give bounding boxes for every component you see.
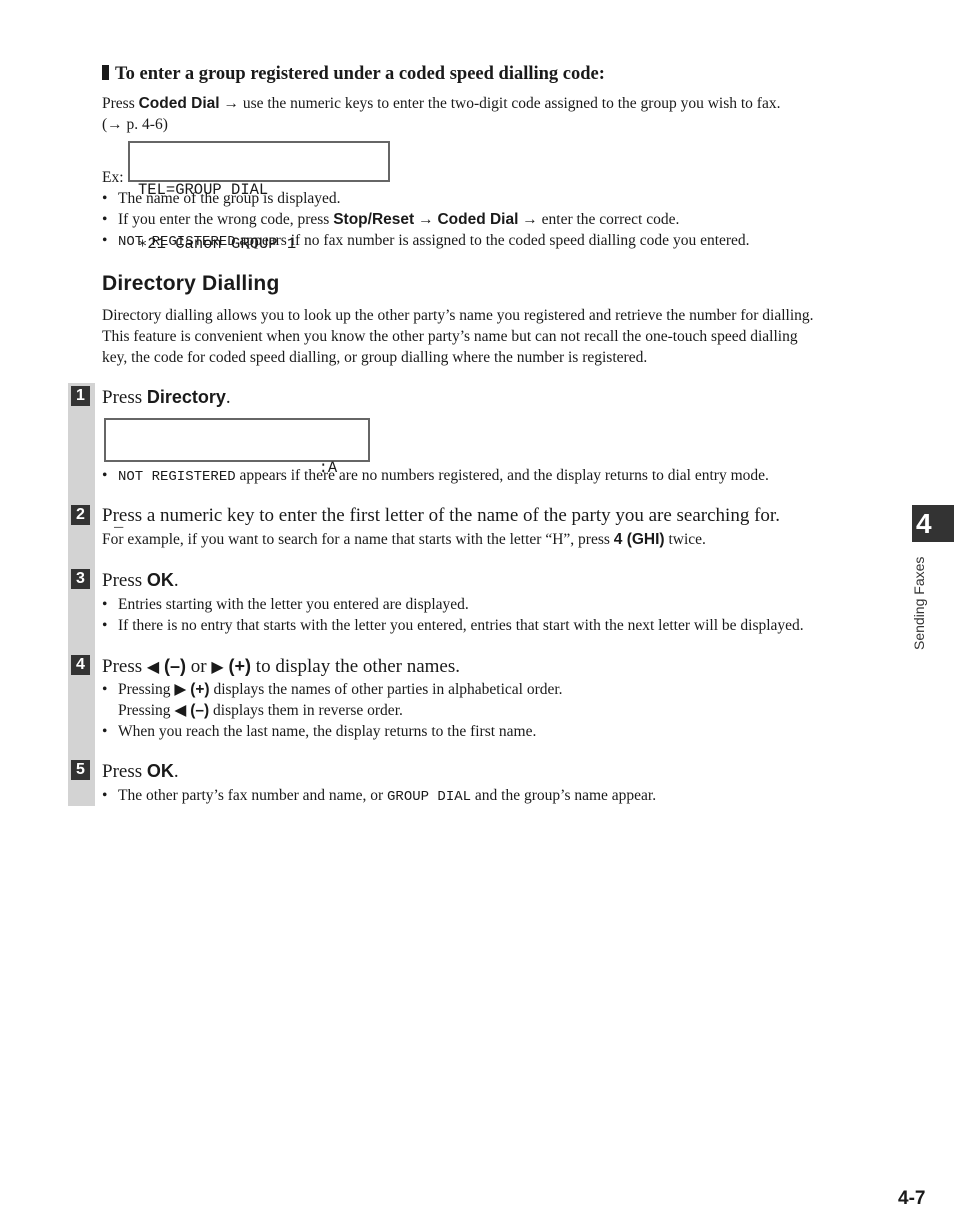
square-bullet-icon [102, 65, 109, 80]
group-intro: Press Coded Dial → use the numeric keys … [102, 95, 781, 112]
key-minus: (–) [164, 656, 187, 676]
step-4-title: Press ◀ (–) or ▶ (+) to display the othe… [102, 656, 461, 677]
chapter-label: Sending Faxes [911, 556, 927, 650]
list-item: • NOT REGISTERED appears if there are no … [102, 467, 769, 485]
list-item: • If you enter the wrong code, press Stop… [102, 211, 680, 228]
step-5-title: Press OK. [102, 761, 179, 782]
right-arrow-icon: ▶ [211, 659, 224, 676]
step-number-1: 1 [71, 386, 90, 406]
step-number-5: 5 [71, 760, 90, 780]
list-item: • Pressing ▶ (+) displays the names of ot… [102, 681, 563, 698]
page-number: 4-7 [898, 1188, 926, 1209]
step-2-note: For example, if you want to search for a… [102, 531, 706, 548]
list-item: • Entries starting with the letter you en… [102, 596, 469, 613]
step-3-title: Press OK. [102, 570, 179, 591]
key-directory: Directory [146, 387, 226, 407]
lcd-display-example: TEL=GROUP DIAL ∗21 Canon GROUP 1 [128, 141, 390, 253]
list-item-continuation: Pressing ◀ (–) displays them in reverse … [118, 702, 403, 719]
page-reference: (→ p. 4-6) [102, 116, 168, 133]
paragraph-line: Directory dialling allows you to look up… [102, 307, 814, 324]
key-plus: (+) [228, 656, 252, 676]
key-ok: OK [146, 570, 174, 590]
group-section-heading: To enter a group registered under a code… [102, 64, 605, 84]
list-item: • The other party’s fax number and name, … [102, 787, 657, 805]
step-2-title: Press a numeric key to enter the first l… [102, 505, 780, 526]
paragraph-line: key, the code for coded speed dialling, … [102, 349, 648, 366]
key-coded-dial: Coded Dial [138, 95, 220, 112]
key-stop-reset: Stop/Reset [333, 211, 415, 228]
list-item: • The name of the group is displayed. [102, 190, 341, 207]
step-number-2: 2 [71, 505, 90, 525]
section-title: Directory Dialling [102, 272, 280, 295]
list-item: • NOT REGISTERED appears if no fax number… [102, 232, 750, 250]
step-1-title: Press Directory. [102, 387, 231, 408]
list-item: • If there is no entry that starts with t… [102, 617, 804, 634]
chapter-tab: 4 [912, 505, 954, 542]
left-arrow-icon: ◀ [174, 702, 187, 719]
step-number-4: 4 [71, 655, 90, 675]
lcd-display-directory: :A _ [104, 418, 370, 531]
key-coded-dial: Coded Dial [437, 211, 519, 228]
step-number-3: 3 [71, 569, 90, 589]
list-item: • When you reach the last name, the displ… [102, 723, 537, 740]
example-label: Ex: [102, 169, 124, 186]
key-4-ghi: 4 (GHI) [613, 531, 665, 548]
steps-sidebar-strip [68, 383, 95, 806]
paragraph-line: This feature is convenient when you know… [102, 328, 798, 345]
right-arrow-icon: ▶ [174, 681, 187, 698]
left-arrow-icon: ◀ [146, 659, 160, 676]
key-ok: OK [146, 761, 174, 781]
